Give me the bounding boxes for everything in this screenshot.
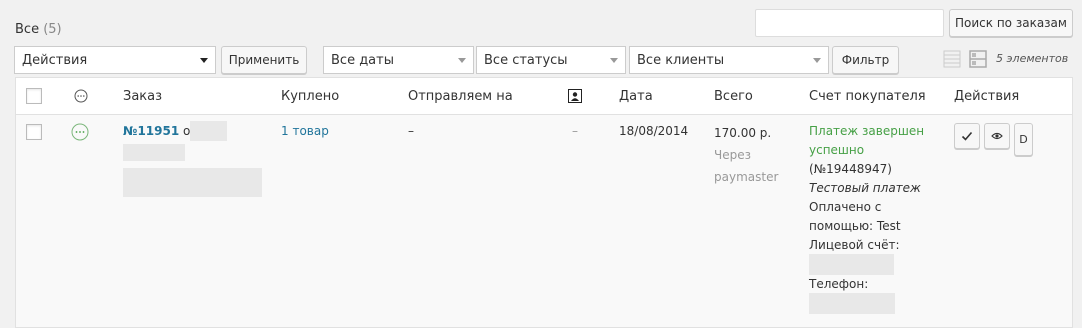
total-amount: 170.00 р. bbox=[714, 126, 772, 140]
row-checkbox[interactable] bbox=[26, 124, 42, 140]
order-number-link[interactable]: №11951 bbox=[123, 124, 179, 138]
payment-status-line1: Платеж завершен bbox=[809, 124, 925, 138]
paid-with-line1: Оплачено с bbox=[809, 200, 882, 214]
customer-notes-icon bbox=[568, 89, 582, 103]
filter-button[interactable]: Фильтр bbox=[832, 46, 899, 74]
excerpt-view-icon[interactable] bbox=[969, 50, 987, 68]
order-cell: №11951 от bbox=[123, 122, 197, 141]
purchased-items-link[interactable]: 1 товар bbox=[281, 122, 329, 141]
ship-to-value: – bbox=[408, 124, 414, 138]
filter-all-link[interactable]: Все (5) bbox=[15, 22, 62, 37]
chevron-down-icon bbox=[610, 58, 618, 63]
payment-via-label: Через bbox=[714, 148, 751, 162]
dates-value: Все даты bbox=[331, 52, 394, 68]
account-label: Лицевой счёт: bbox=[809, 238, 900, 252]
column-total[interactable]: Всего bbox=[714, 89, 753, 104]
clients-value: Все клиенты bbox=[637, 52, 725, 68]
dates-select[interactable]: Все даты bbox=[323, 46, 474, 74]
payment-method-name: paymaster bbox=[714, 170, 779, 184]
notes-value: – bbox=[572, 124, 578, 138]
column-purchased: Куплено bbox=[281, 89, 340, 104]
customer-name-placeholder bbox=[190, 121, 227, 141]
phone-value-placeholder bbox=[809, 293, 895, 314]
extra-action-button[interactable]: D bbox=[1014, 123, 1033, 156]
status-select[interactable]: Все статусы bbox=[476, 46, 626, 74]
column-invoice: Счет покупателя bbox=[809, 89, 926, 104]
invoice-cell: Платеж завершен успешно (№19448947) Тест… bbox=[809, 122, 924, 255]
search-orders-button[interactable]: Поиск по заказам bbox=[949, 9, 1073, 37]
pending-status-icon bbox=[71, 123, 89, 141]
column-order[interactable]: Заказ bbox=[123, 89, 162, 104]
select-all-checkbox[interactable] bbox=[26, 88, 42, 104]
column-date[interactable]: Дата bbox=[619, 89, 653, 104]
bulk-actions-select[interactable]: Действия bbox=[14, 46, 216, 74]
orders-table: Заказ Куплено Отправляем на Дата Всего С… bbox=[15, 77, 1073, 328]
order-date: 18/08/2014 bbox=[619, 124, 689, 138]
total-cell: 170.00 р. Через paymaster bbox=[714, 122, 778, 188]
search-input[interactable] bbox=[755, 9, 944, 37]
chevron-down-icon bbox=[813, 58, 821, 63]
view-order-button[interactable] bbox=[984, 123, 1010, 149]
clients-select[interactable]: Все клиенты bbox=[629, 46, 829, 74]
apply-button[interactable]: Применить bbox=[221, 46, 307, 74]
order-status-icon bbox=[74, 89, 88, 103]
account-value-placeholder bbox=[809, 254, 894, 275]
list-view-icon[interactable] bbox=[943, 50, 961, 68]
test-payment-label: Тестовый платеж bbox=[809, 181, 921, 195]
column-actions: Действия bbox=[954, 89, 1020, 104]
check-icon bbox=[961, 131, 973, 141]
eye-icon bbox=[991, 132, 1003, 140]
items-count: 5 элементов bbox=[996, 52, 1069, 65]
chevron-down-icon bbox=[200, 58, 208, 63]
status-value: Все статусы bbox=[484, 52, 568, 68]
filter-all-label: Все bbox=[15, 22, 40, 37]
column-ship-to: Отправляем на bbox=[408, 89, 513, 104]
chevron-down-icon bbox=[458, 58, 466, 63]
payment-status-line2: успешно bbox=[809, 143, 865, 157]
payment-id: (№19448947) bbox=[809, 162, 892, 176]
customer-info-placeholder bbox=[123, 168, 262, 197]
bulk-actions-value: Действия bbox=[22, 52, 88, 68]
table-header: Заказ Куплено Отправляем на Дата Всего С… bbox=[16, 78, 1072, 115]
paid-with-line2: помощью: Test bbox=[809, 219, 901, 233]
complete-order-button[interactable] bbox=[954, 123, 980, 149]
phone-label: Телефон: bbox=[809, 277, 869, 291]
filter-all-count: (5) bbox=[43, 22, 62, 37]
customer-email-placeholder bbox=[123, 144, 185, 161]
